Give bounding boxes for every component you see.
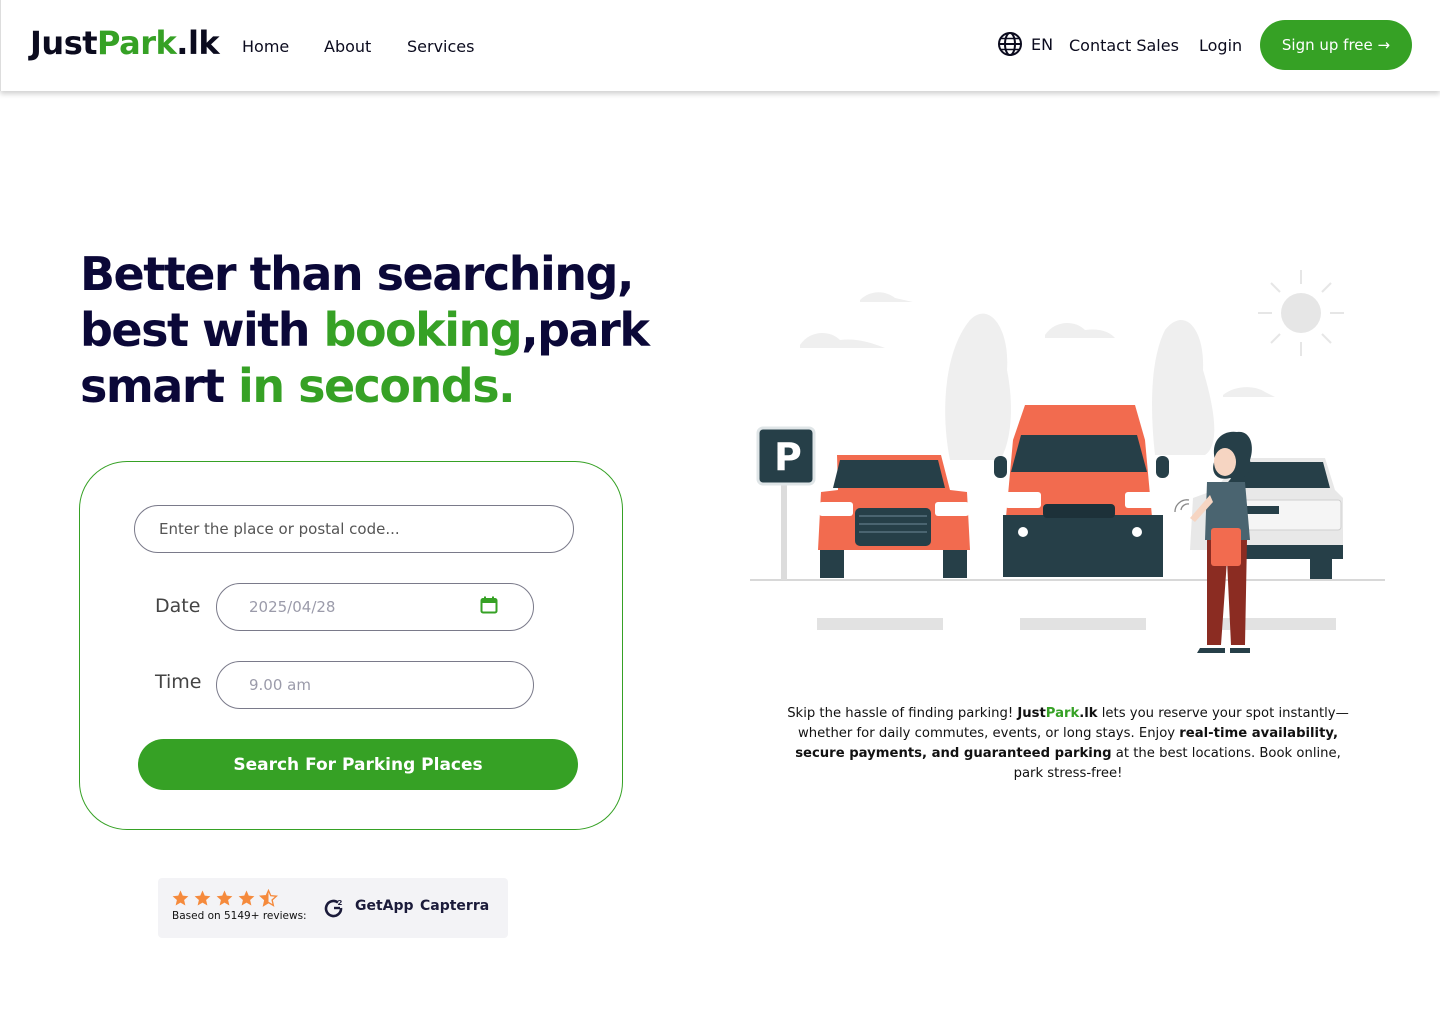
date-label: Date <box>155 595 201 617</box>
woman-illustration <box>1174 431 1252 653</box>
rating-stars <box>171 889 278 907</box>
reviews-badge: Based on 5149+ reviews: 2 GetApp Capterr… <box>158 878 508 938</box>
place-search-input[interactable] <box>134 505 574 553</box>
red-suv-illustration <box>818 455 970 578</box>
login-link[interactable]: Login <box>1199 36 1242 55</box>
star-icon <box>216 890 233 906</box>
capterra-logo: Capterra <box>420 898 490 914</box>
parking-sign-letter: P <box>774 435 802 479</box>
nav-about[interactable]: About <box>324 37 371 56</box>
search-card: Date Time Search For Parking Places <box>79 461 623 830</box>
star-icon <box>194 890 211 906</box>
hero-description: Skip the hassle of finding parking! Just… <box>787 706 1349 781</box>
globe-icon <box>998 32 1022 56</box>
contact-sales-link[interactable]: Contact Sales <box>1069 36 1179 55</box>
red-van-illustration <box>994 405 1169 577</box>
getapp-logo: GetApp <box>355 898 414 914</box>
star-icon <box>172 890 189 906</box>
site-header: JustPark.lk Home About Services EN Conta… <box>0 0 1440 91</box>
svg-text:2: 2 <box>338 899 343 907</box>
star-icon <box>238 890 255 906</box>
parking-illustration: P <box>750 270 1385 653</box>
nav-services[interactable]: Services <box>407 37 474 56</box>
calendar-icon[interactable] <box>480 596 498 614</box>
search-parking-button[interactable]: Search For Parking Places <box>138 739 578 790</box>
language-selector[interactable]: EN <box>997 31 1053 57</box>
nav-home[interactable]: Home <box>242 37 289 56</box>
site-logo[interactable]: JustPark.lk <box>30 24 220 62</box>
reviews-count-text: Based on 5149+ reviews: <box>172 910 307 922</box>
g2-logo-icon: 2 <box>324 899 343 918</box>
signup-button[interactable]: Sign up free → <box>1260 20 1412 70</box>
half-star-icon <box>259 889 278 907</box>
time-label: Time <box>155 671 202 693</box>
language-label: EN <box>1031 34 1054 54</box>
time-input[interactable] <box>216 661 534 709</box>
hero-title: Better than searching, best with booking… <box>80 247 650 413</box>
parking-sign: P <box>756 426 816 580</box>
